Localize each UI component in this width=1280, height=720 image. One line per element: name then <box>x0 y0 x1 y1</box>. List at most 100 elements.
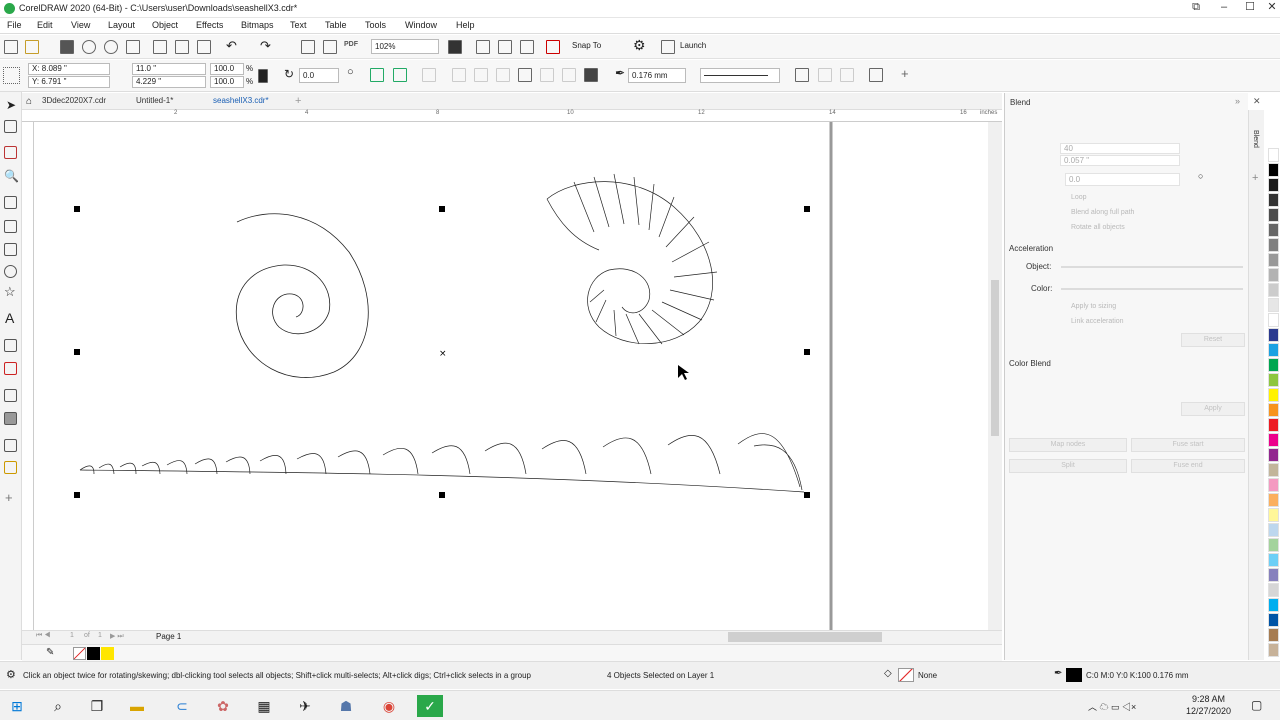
create-boundary-icon[interactable] <box>584 68 598 82</box>
docker-close-icon[interactable]: ✕ <box>1253 96 1261 107</box>
add-docker-icon[interactable]: + <box>1252 172 1258 184</box>
to-back-icon[interactable] <box>840 68 854 82</box>
lock-ratio-icon[interactable] <box>258 69 268 83</box>
pick-tool-icon[interactable]: ➤ <box>6 98 16 112</box>
menu-table[interactable]: Table <box>325 20 347 30</box>
zoom-tool-icon[interactable]: 🔍 <box>4 169 19 183</box>
import-icon[interactable] <box>301 40 315 54</box>
palette-swatch[interactable] <box>1268 163 1279 177</box>
palette-swatch[interactable] <box>1268 343 1279 357</box>
palette-swatch[interactable] <box>1268 553 1279 567</box>
tab-untitled-1[interactable]: Untitled-1* <box>136 96 173 105</box>
horizontal-scroll-thumb[interactable] <box>728 632 882 642</box>
palette-swatch[interactable] <box>1268 403 1279 417</box>
redo-icon[interactable]: ↷ <box>260 38 271 54</box>
palette-swatch[interactable] <box>1268 298 1279 312</box>
position-y-field[interactable]: Y: 6.791 " <box>28 76 110 88</box>
menu-object[interactable]: Object <box>152 20 178 30</box>
palette-swatch[interactable] <box>1268 463 1279 477</box>
shape-tool-icon[interactable] <box>4 120 17 133</box>
palette-swatch[interactable] <box>1268 448 1279 462</box>
freehand-tool-icon[interactable] <box>4 196 17 209</box>
polygon-tool-icon[interactable]: ☆ <box>4 284 16 300</box>
palette-swatch[interactable] <box>1268 358 1279 372</box>
cloud-download-icon[interactable] <box>104 40 118 54</box>
add-icon[interactable]: + <box>901 66 909 81</box>
grid-icon[interactable] <box>498 40 512 54</box>
windows-start-icon[interactable]: ⊞ <box>4 695 30 717</box>
menu-window[interactable]: Window <box>405 20 437 30</box>
menu-edit[interactable]: Edit <box>37 20 53 30</box>
task-view-icon[interactable]: ❐ <box>84 695 110 717</box>
palette-swatch[interactable] <box>1268 643 1279 657</box>
app-icon[interactable]: ☗ <box>333 695 359 717</box>
link-acceleration-checkbox[interactable]: Link acceleration <box>1071 318 1124 325</box>
page-nav-forward[interactable]: ▶ ⏭ <box>110 632 124 641</box>
rulers-icon[interactable] <box>476 40 490 54</box>
publish-pdf-icon[interactable]: PDF <box>344 41 358 48</box>
blend-steps-field[interactable]: 40 <box>1060 143 1180 154</box>
eyedropper-tool-icon[interactable] <box>4 439 17 452</box>
menu-effects[interactable]: Effects <box>196 20 223 30</box>
vertical-ruler[interactable] <box>22 122 34 630</box>
home-icon[interactable]: ⌂ <box>26 96 32 107</box>
undo-icon[interactable]: ↶ <box>226 38 237 54</box>
apply-sizing-checkbox[interactable]: Apply to sizing <box>1071 303 1116 310</box>
palette-swatch[interactable] <box>1268 538 1279 552</box>
snap-to-dropdown[interactable]: Snap To <box>572 41 601 50</box>
palette-swatch[interactable] <box>1268 268 1279 282</box>
outline-color-swatch[interactable] <box>1066 668 1082 682</box>
palette-swatch[interactable] <box>1268 193 1279 207</box>
palette-swatch[interactable] <box>1268 433 1279 447</box>
print-icon[interactable] <box>126 40 140 54</box>
zoom-level-field[interactable]: 102% <box>371 39 439 54</box>
outline-width-field[interactable]: 0.176 mm <box>628 68 686 83</box>
palette-swatch[interactable] <box>1268 178 1279 192</box>
add-tab-icon[interactable]: + <box>295 95 301 107</box>
scale-width-field[interactable]: 100.0 <box>210 63 244 75</box>
ellipse-tool-icon[interactable] <box>4 265 17 278</box>
rectangle-tool-icon[interactable] <box>4 243 17 256</box>
page-nav-buttons[interactable]: ⏮ ◀ <box>36 632 51 640</box>
palette-swatch[interactable] <box>1268 583 1279 597</box>
search-icon[interactable]: ⌕ <box>45 695 71 717</box>
rotate-all-checkbox[interactable]: Rotate all objects <box>1071 224 1125 231</box>
menu-help[interactable]: Help <box>456 20 475 30</box>
tab-seashellx3[interactable]: seashellX3.cdr* <box>213 96 269 105</box>
notifications-icon[interactable]: ▢ <box>1251 698 1262 712</box>
paste-icon[interactable] <box>197 40 211 54</box>
side-tab-blend[interactable]: Blend <box>1252 130 1259 148</box>
apply-button[interactable]: Apply <box>1181 402 1245 416</box>
launch-dropdown[interactable]: Launch <box>680 41 706 50</box>
height-field[interactable]: 4.229 " <box>132 76 206 88</box>
full-screen-preview-icon[interactable] <box>448 40 462 54</box>
status-gear-icon[interactable]: ⚙ <box>6 668 16 681</box>
palette-swatch[interactable] <box>1268 283 1279 297</box>
artistic-media-icon[interactable] <box>4 220 17 233</box>
line-style-dropdown[interactable] <box>700 68 780 83</box>
connector-tool-icon[interactable] <box>4 362 17 375</box>
blend-tool-icon[interactable] <box>4 389 17 402</box>
chrome-icon[interactable]: ◉ <box>376 695 402 717</box>
app-icon[interactable]: ✈ <box>292 695 318 717</box>
width-field[interactable]: 11.0 " <box>132 63 206 75</box>
palette-swatch[interactable] <box>1268 238 1279 252</box>
yellow-swatch[interactable] <box>101 647 114 660</box>
rotation-angle-field[interactable]: 0.0 <box>299 68 339 83</box>
new-document-icon[interactable] <box>4 40 18 54</box>
cloud-upload-icon[interactable] <box>82 40 96 54</box>
cut-icon[interactable] <box>153 40 167 54</box>
scale-height-field[interactable]: 100.0 <box>210 76 244 88</box>
menu-view[interactable]: View <box>71 20 90 30</box>
open-folder-icon[interactable] <box>25 40 39 54</box>
reset-button[interactable]: Reset <box>1181 333 1245 347</box>
options-gear-icon[interactable]: ⚙ <box>633 37 646 54</box>
add-tool-icon[interactable]: + <box>5 490 13 505</box>
menu-tools[interactable]: Tools <box>365 20 386 30</box>
simplify-icon[interactable] <box>518 68 532 82</box>
mirror-vertical-icon[interactable] <box>393 68 407 82</box>
to-front-icon[interactable] <box>818 68 832 82</box>
tab-3ddec2020x7[interactable]: 3Ddec2020X7.cdr <box>42 96 106 105</box>
blend-spacing-field[interactable]: 0.057 " <box>1060 155 1180 166</box>
docker-expand-icon[interactable]: » <box>1235 96 1240 106</box>
